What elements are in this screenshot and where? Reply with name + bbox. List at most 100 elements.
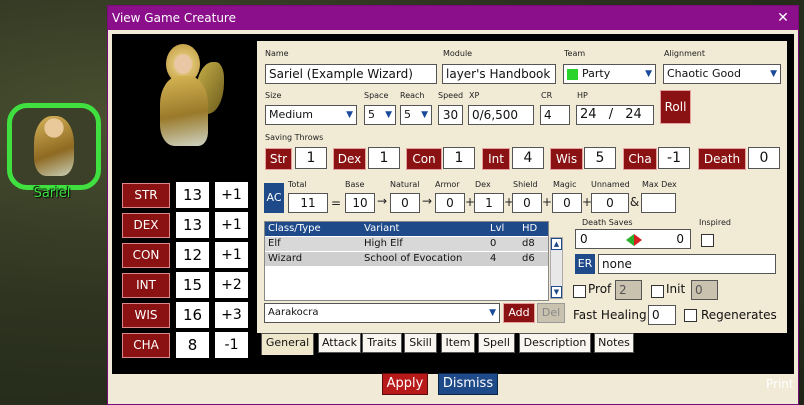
race-dropdown-value: Aarakocra bbox=[268, 307, 319, 318]
reach-select[interactable]: 5 ▼ bbox=[400, 105, 432, 125]
hp-field[interactable]: 24 / 24 bbox=[576, 105, 654, 125]
tab-traits[interactable]: Traits bbox=[362, 333, 402, 353]
ac-base-field[interactable]: 10 bbox=[345, 193, 375, 213]
ac-unnamed-field[interactable]: 0 bbox=[591, 193, 629, 213]
roll-hp-button[interactable]: Roll bbox=[660, 90, 691, 124]
save-wis-button[interactable]: Wis bbox=[550, 148, 583, 170]
save-cha-button[interactable]: Cha bbox=[623, 148, 657, 170]
tab-attack[interactable]: Attack bbox=[318, 333, 361, 353]
ability-int-button[interactable]: INT bbox=[122, 273, 170, 298]
tab-description[interactable]: Description bbox=[519, 333, 591, 353]
ability-dex-score[interactable]: 13 bbox=[176, 212, 209, 238]
add-class-button[interactable]: Add bbox=[503, 303, 535, 323]
tab-spell[interactable]: Spell bbox=[478, 333, 515, 353]
ability-int-score[interactable]: 15 bbox=[176, 272, 209, 298]
save-death-value[interactable]: 0 bbox=[748, 147, 780, 169]
cell-variant: High Elf bbox=[364, 238, 403, 249]
delete-class-button[interactable]: Del bbox=[537, 303, 565, 323]
save-con-button[interactable]: Con bbox=[406, 148, 442, 170]
er-field[interactable]: none bbox=[598, 254, 776, 274]
table-row[interactable]: Elf High Elf 0 d8 bbox=[265, 237, 548, 251]
prof-label: Prof bbox=[588, 282, 612, 296]
ability-cha-button[interactable]: CHA bbox=[122, 333, 170, 358]
scroll-down-icon[interactable]: ▼ bbox=[551, 286, 562, 298]
fast-healing-field[interactable]: 0 bbox=[648, 305, 676, 325]
ability-dex-button[interactable]: DEX bbox=[122, 213, 170, 238]
prof-field[interactable]: 2 bbox=[615, 280, 642, 300]
xp-field[interactable]: 0/6,500 bbox=[468, 105, 534, 125]
creature-token[interactable] bbox=[7, 103, 101, 190]
size-select[interactable]: Medium ▼ bbox=[265, 105, 357, 125]
save-str-value[interactable]: 1 bbox=[295, 147, 327, 169]
print-link[interactable]: Print bbox=[766, 377, 794, 391]
cr-field[interactable]: 4 bbox=[540, 105, 570, 125]
arrow-left-icon bbox=[626, 234, 634, 246]
save-wis-value[interactable]: 5 bbox=[584, 147, 616, 169]
ac-shield-field[interactable]: 0 bbox=[512, 193, 542, 213]
arrow-right-icon: → bbox=[376, 194, 388, 208]
ability-str-mod: +1 bbox=[215, 182, 248, 208]
module-field[interactable]: layer's Handbook bbox=[442, 64, 556, 84]
init-checkbox[interactable] bbox=[651, 285, 664, 298]
tab-skill[interactable]: Skill bbox=[404, 333, 437, 353]
ability-wis-score[interactable]: 16 bbox=[176, 302, 209, 328]
tab-general[interactable]: General bbox=[261, 333, 314, 355]
race-dropdown[interactable]: Aarakocra ▼ bbox=[264, 303, 500, 323]
ac-armor-field[interactable]: 0 bbox=[435, 193, 465, 213]
ability-wis-button[interactable]: WIS bbox=[122, 303, 170, 328]
name-field[interactable]: Sariel (Example Wizard) bbox=[265, 64, 437, 84]
chevron-down-icon: ▼ bbox=[645, 69, 652, 79]
save-dex-button[interactable]: Dex bbox=[333, 148, 366, 170]
hp-separator: / bbox=[608, 107, 614, 122]
save-cha-value[interactable]: -1 bbox=[658, 147, 690, 169]
ac-unnamed-label: Unnamed bbox=[591, 180, 630, 189]
save-death-button[interactable]: Death bbox=[698, 148, 746, 170]
team-color-swatch bbox=[567, 69, 578, 80]
dismiss-button[interactable]: Dismiss bbox=[438, 373, 498, 395]
save-int-value[interactable]: 4 bbox=[512, 147, 544, 169]
save-int-button[interactable]: Int bbox=[482, 148, 510, 170]
ac-natural-field[interactable]: 0 bbox=[390, 193, 420, 213]
tab-item[interactable]: Item bbox=[441, 333, 475, 353]
tab-notes[interactable]: Notes bbox=[594, 333, 634, 353]
window-titlebar[interactable]: View Game Creature bbox=[108, 6, 798, 30]
ac-natural-label: Natural bbox=[390, 180, 420, 189]
space-value: 5 bbox=[368, 108, 375, 121]
apply-button[interactable]: Apply bbox=[382, 373, 428, 395]
ac-armor-label: Armor bbox=[435, 180, 460, 189]
ability-con-score[interactable]: 12 bbox=[176, 242, 209, 268]
save-str-button[interactable]: Str bbox=[265, 148, 292, 170]
chevron-down-icon: ▼ bbox=[489, 308, 496, 318]
ac-maxdex-field[interactable] bbox=[641, 193, 676, 213]
ability-str-button[interactable]: STR bbox=[122, 183, 170, 208]
table-row[interactable]: Wizard School of Evocation 4 d6 bbox=[265, 252, 548, 266]
ability-wis-mod: +3 bbox=[215, 302, 248, 328]
alignment-select[interactable]: Chaotic Good ▼ bbox=[663, 64, 781, 84]
ability-str-score[interactable]: 13 bbox=[176, 182, 209, 208]
close-icon[interactable]: ✕ bbox=[774, 6, 792, 30]
death-saves-left: 0 bbox=[580, 232, 588, 246]
team-select[interactable]: Party ▼ bbox=[563, 64, 656, 84]
death-saves-right: 0 bbox=[676, 232, 684, 246]
ability-con-button[interactable]: CON bbox=[122, 243, 170, 268]
death-saves-slider[interactable]: 0 0 bbox=[575, 229, 691, 249]
ac-dex-field[interactable]: 1 bbox=[474, 193, 504, 213]
ability-cha-score[interactable]: 8 bbox=[176, 332, 209, 358]
save-dex-value[interactable]: 1 bbox=[368, 147, 400, 169]
space-select[interactable]: 5 ▼ bbox=[364, 105, 396, 125]
prof-checkbox[interactable] bbox=[573, 285, 586, 298]
init-label: Init bbox=[666, 282, 686, 296]
reach-label: Reach bbox=[400, 91, 425, 100]
space-label: Space bbox=[364, 91, 389, 100]
init-field[interactable]: 0 bbox=[691, 280, 718, 300]
ac-magic-field[interactable]: 0 bbox=[552, 193, 582, 213]
regenerates-checkbox[interactable] bbox=[684, 309, 697, 322]
scroll-up-icon[interactable]: ▲ bbox=[551, 238, 562, 250]
save-con-value[interactable]: 1 bbox=[443, 147, 475, 169]
inspired-checkbox[interactable] bbox=[701, 234, 714, 247]
chevron-down-icon: ▼ bbox=[421, 110, 428, 120]
speed-field[interactable]: 30 bbox=[438, 105, 463, 125]
class-table-header: Class/Type Variant Lvl HD bbox=[265, 222, 548, 236]
plus-icon: + bbox=[542, 195, 553, 209]
class-table-scrollbar[interactable]: ▲ ▼ bbox=[550, 237, 563, 299]
